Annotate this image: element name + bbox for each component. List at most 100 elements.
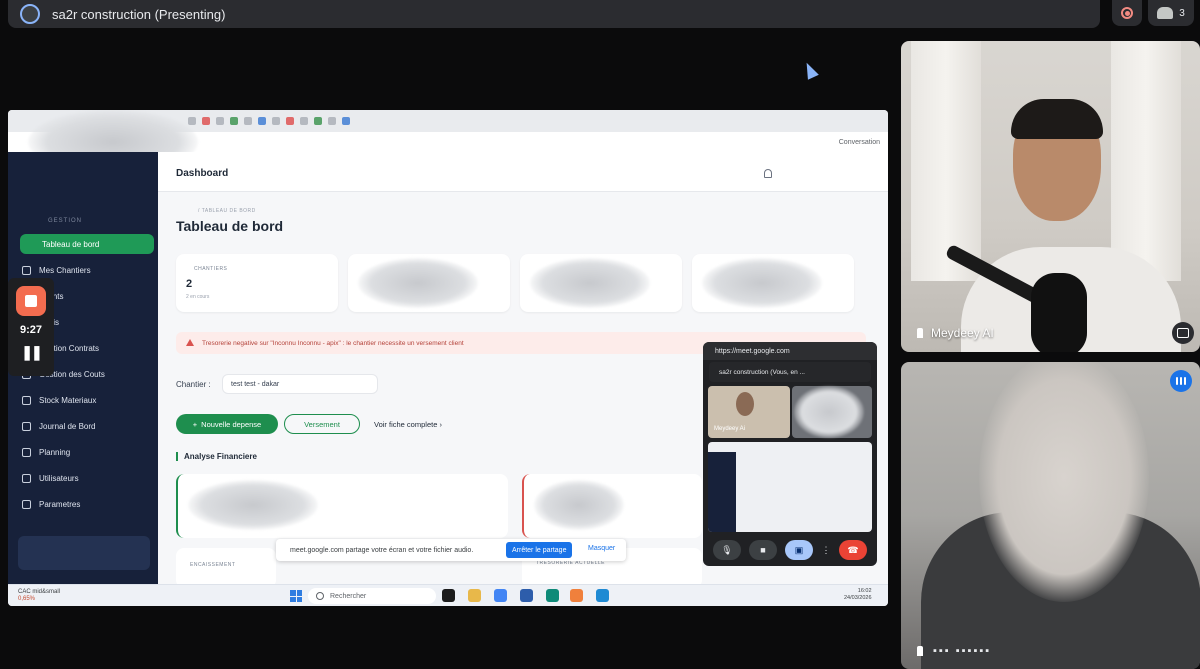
tab-icon[interactable] xyxy=(342,117,350,125)
pip-screen-preview xyxy=(708,442,872,532)
stat-card-blurred[interactable] xyxy=(348,254,510,312)
participants-button[interactable]: 3 xyxy=(1148,0,1194,26)
tab-icon[interactable] xyxy=(230,117,238,125)
windows-start-icon[interactable] xyxy=(290,590,302,602)
breadcrumb: / TABLEAU DE BORD xyxy=(198,208,256,214)
microphone-button[interactable]: 🎙 xyxy=(713,540,741,560)
stop-recording-button[interactable] xyxy=(16,286,46,316)
pip-url: https://meet.google.com xyxy=(715,347,790,355)
sidebar-item-planning[interactable]: Planning xyxy=(20,442,154,462)
tab-icon[interactable] xyxy=(202,117,210,125)
file-explorer-icon[interactable] xyxy=(442,589,455,602)
participant-count: 3 xyxy=(1179,7,1185,19)
pip-participant-tile: Meydeey Ai xyxy=(708,386,790,438)
sidebar-item-mes-chantiers[interactable]: Mes Chantiers xyxy=(20,260,154,280)
sidebar-item-label: Utilisateurs xyxy=(39,473,79,483)
stat-card-blurred[interactable] xyxy=(692,254,854,312)
finance-card xyxy=(176,474,508,538)
sidebar-item-parametres[interactable]: Parametres xyxy=(20,494,154,514)
participant-tile-other[interactable]: ▪▪▪ ▪▪▪▪▪▪ xyxy=(901,362,1200,669)
pin-icon[interactable] xyxy=(917,328,923,338)
tab-icon[interactable] xyxy=(314,117,322,125)
taskbar-search[interactable]: Rechercher xyxy=(308,588,436,604)
microphone xyxy=(1031,273,1087,352)
browser-profile-label[interactable]: Conversation xyxy=(839,139,880,146)
stat-card-sub: 2 en cours xyxy=(186,294,210,300)
more-options-button[interactable]: ⋮ xyxy=(821,540,831,560)
chantier-label: Chantier : xyxy=(176,380,211,389)
meet-window: sa2r construction (Presenting) 3 Convers… xyxy=(0,0,1200,669)
blurred-region xyxy=(794,386,864,438)
calendar-icon xyxy=(22,447,31,457)
vscode-icon[interactable] xyxy=(596,589,609,602)
sidebar-section-label: GESTION xyxy=(48,218,83,224)
stat-card-chantiers[interactable]: CHANTIERS 2 2 en cours xyxy=(176,254,338,312)
book-icon xyxy=(22,421,31,431)
recording-button[interactable] xyxy=(1112,0,1142,26)
store-icon[interactable] xyxy=(520,589,533,602)
sidebar-item-label: Stock Materiaux xyxy=(39,395,97,405)
blurred-region xyxy=(702,258,822,308)
participant-name: Meydeey AI xyxy=(917,326,994,340)
sidebar-item-journal-de-bord[interactable]: Journal de Bord xyxy=(20,416,154,436)
sidebar-item-utilisateurs[interactable]: Utilisateurs xyxy=(20,468,154,488)
encaissement-label: ENCAISSEMENT xyxy=(190,562,236,568)
camera-button[interactable]: ■ xyxy=(749,540,777,560)
blurred-region xyxy=(530,258,650,308)
tab-icon[interactable] xyxy=(188,117,196,125)
tab-icon[interactable] xyxy=(258,117,266,125)
share-banner-text: meet.google.com partage votre écran et v… xyxy=(290,546,474,554)
stat-card-label: CHANTIERS xyxy=(194,266,228,272)
tab-icon[interactable] xyxy=(286,117,294,125)
widget-stock[interactable]: CAC mid&small 0,65% xyxy=(18,589,60,603)
stat-card-blurred[interactable] xyxy=(520,254,682,312)
widget-title: CAC mid&small xyxy=(18,589,61,595)
plus-icon: + xyxy=(192,419,198,429)
full-sheet-link[interactable]: Voir fiche complete › xyxy=(374,420,442,429)
tab-icon[interactable] xyxy=(272,117,280,125)
clock-time: 16:02 xyxy=(857,588,872,594)
chantier-select-value: test test - dakar xyxy=(231,380,280,388)
pin-icon[interactable] xyxy=(917,646,923,656)
system-clock[interactable]: 16:02 24/03/2026 xyxy=(844,588,872,602)
tab-icon[interactable] xyxy=(328,117,336,125)
blurred-face xyxy=(979,362,1149,602)
blurred-region xyxy=(188,480,318,530)
finance-card xyxy=(522,474,702,538)
payment-button[interactable]: Versement xyxy=(284,414,360,434)
pip-participant-tile xyxy=(792,386,872,438)
tab-icon[interactable] xyxy=(216,117,224,125)
notification-bell-icon[interactable] xyxy=(764,169,772,178)
sidebar-item-tableau-de-bord[interactable]: Tableau de bord xyxy=(20,234,154,254)
new-expense-button[interactable]: + Nouvelle depense xyxy=(176,414,278,434)
stop-sharing-button[interactable]: Arrêter le partage xyxy=(506,542,573,558)
end-call-button[interactable]: ☎ xyxy=(839,540,867,560)
mouse-cursor-icon xyxy=(801,60,819,80)
user-profile-footer[interactable] xyxy=(18,536,150,570)
pip-url-bar: https://meet.google.com xyxy=(703,342,877,360)
new-expense-label: Nouvelle depense xyxy=(201,419,262,429)
chantier-select[interactable]: test test - dakar xyxy=(222,374,378,394)
edge-icon[interactable] xyxy=(546,589,559,602)
sidebar-item-stock-materiaux[interactable]: Stock Materiaux xyxy=(20,390,154,410)
box-icon xyxy=(22,395,31,405)
pause-recording-button[interactable]: ❚❚ xyxy=(21,344,43,361)
topbar-title: Dashboard xyxy=(176,168,229,179)
participant-tile-meydeey[interactable]: Meydeey AI xyxy=(901,41,1200,352)
folder-icon[interactable] xyxy=(468,589,481,602)
widget-sub: 0,65% xyxy=(18,596,36,602)
people-icon xyxy=(1157,7,1174,19)
chrome-icon[interactable] xyxy=(494,589,507,602)
record-icon xyxy=(1121,7,1133,19)
recording-timer: 9:27 xyxy=(19,324,43,336)
app-icon[interactable] xyxy=(570,589,583,602)
present-button[interactable]: ▣ xyxy=(785,540,813,560)
clock-date: 24/03/2026 xyxy=(844,595,872,601)
hide-banner-link[interactable]: Masquer xyxy=(588,545,615,552)
app-topbar: Dashboard xyxy=(158,152,888,192)
building-icon xyxy=(22,265,31,275)
tab-icon[interactable] xyxy=(300,117,308,125)
tab-icon[interactable] xyxy=(244,117,252,125)
blurred-region xyxy=(534,480,624,530)
tile-options-icon[interactable] xyxy=(1172,322,1194,344)
